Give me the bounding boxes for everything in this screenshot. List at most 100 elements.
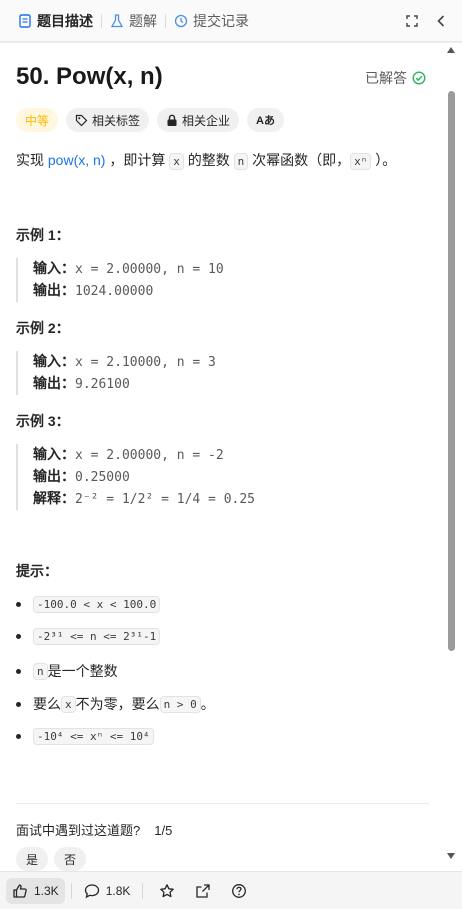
section-divider — [16, 803, 429, 804]
code-xn: xⁿ — [350, 153, 372, 170]
input-label: 输入： — [33, 446, 75, 462]
problem-title: 50. Pow(x, n) — [16, 63, 163, 90]
hint-code: -2³¹ <= n <= 2³¹-1 — [33, 628, 161, 645]
example-2-box: 输入：x = 2.10000, n = 3 输出：9.26100 — [16, 351, 216, 395]
interview-question: 面试中遇到过这道题? 1/5 — [16, 820, 172, 839]
example-3-box: 输入：x = 2.00000, n = -2 输出：0.25000 解释：2⁻²… — [16, 444, 255, 510]
example-output: 9.26100 — [75, 377, 130, 392]
scroll-down-arrow[interactable] — [447, 853, 455, 859]
example-3-title: 示例 3： — [16, 413, 70, 429]
bullet — [16, 668, 21, 674]
share-icon — [196, 883, 211, 898]
tab-solutions-label: 题解 — [129, 12, 157, 29]
tab-description[interactable]: 题目描述 — [10, 0, 101, 41]
related-companies-label: 相关企业 — [182, 113, 231, 128]
interview-label: 面试中遇到过这道题? — [16, 823, 141, 838]
example-input: x = 2.00000, n = 10 — [75, 262, 224, 277]
share-button[interactable] — [190, 878, 216, 904]
solved-status: 已解答 — [365, 68, 426, 88]
desc-text: 的整数 — [183, 152, 234, 168]
hint-text: 要么 — [33, 696, 61, 712]
collapse-icon[interactable] — [436, 14, 446, 27]
tab-bar: 题目描述 题解 提交记录 — [0, 0, 462, 42]
example-output: 0.25000 — [75, 470, 130, 485]
like-count: 1.3K — [34, 883, 59, 898]
tab-submissions[interactable]: 提交记录 — [166, 0, 257, 41]
hint-text: 不为零，要么 — [75, 696, 160, 712]
description-icon — [19, 13, 31, 28]
yes-button[interactable]: 是 — [16, 847, 49, 871]
tab-solutions[interactable]: 题解 — [102, 0, 165, 41]
hint-item: 要么 x 不为零，要么 n > 0 。 — [16, 694, 215, 714]
tag-row: 中等 相关标签 相关企业 Aあ — [16, 108, 284, 132]
tag-icon — [75, 114, 88, 126]
example-1-title: 示例 1： — [16, 227, 70, 243]
related-companies-button[interactable]: 相关企业 — [157, 108, 240, 132]
desc-text: 次幂函数（即， — [248, 152, 351, 168]
hint-code: n > 0 — [159, 695, 201, 713]
problem-panel: 50. Pow(x, n) 已解答 中等 相关标签 相关企业 Aあ 实现 pow… — [0, 43, 446, 871]
check-circle-icon — [412, 71, 426, 85]
flask-icon — [110, 13, 124, 27]
desc-text: ，即计算 — [105, 152, 170, 168]
comments-button[interactable]: 1.8K — [78, 878, 137, 904]
no-button[interactable]: 否 — [54, 847, 87, 871]
example-input: x = 2.10000, n = 3 — [75, 355, 216, 370]
scroll-up-arrow[interactable] — [447, 47, 455, 53]
bullet — [16, 602, 21, 607]
hint-text: 。 — [200, 696, 215, 712]
translate-icon: Aあ — [256, 115, 275, 127]
output-label: 输出： — [33, 468, 75, 484]
bar-divider — [142, 882, 144, 899]
code-n: n — [233, 153, 249, 170]
help-icon — [232, 883, 247, 898]
hint-code: -10⁴ <= xⁿ <= 10⁴ — [33, 728, 154, 745]
interview-count: 1/5 — [154, 823, 173, 838]
hint-code: n — [33, 662, 48, 680]
solved-label: 已解答 — [365, 70, 407, 86]
bullet — [16, 634, 21, 639]
bullet — [16, 734, 21, 739]
explain-label: 解释： — [33, 490, 75, 506]
lock-icon — [167, 114, 177, 126]
tabbar-actions — [406, 14, 462, 27]
output-label: 输出： — [33, 282, 75, 298]
star-icon — [160, 883, 175, 897]
hint-code: x — [61, 695, 76, 713]
hint-item: -100.0 < x < 100.0 — [16, 596, 161, 613]
bullet — [16, 701, 21, 707]
bar-divider — [70, 882, 72, 899]
desc-text: 实现 — [16, 152, 48, 168]
fullscreen-icon[interactable] — [406, 14, 418, 27]
thumbs-up-icon — [13, 883, 27, 898]
hint-code: -100.0 < x < 100.0 — [33, 596, 161, 613]
hints-title: 提示： — [16, 563, 58, 579]
desc-text: ）。 — [371, 152, 397, 168]
example-input: x = 2.00000, n = -2 — [75, 448, 224, 463]
like-button[interactable]: 1.3K — [6, 877, 65, 904]
help-button[interactable] — [226, 878, 252, 904]
comment-count: 1.8K — [105, 883, 131, 898]
translate-button[interactable]: Aあ — [247, 108, 284, 132]
bottom-action-bar: 1.3K 1.8K — [0, 871, 462, 909]
hint-item: -2³¹ <= n <= 2³¹-1 — [16, 628, 161, 645]
scrollbar-thumb[interactable] — [448, 91, 455, 651]
tab-description-label: 题目描述 — [37, 12, 93, 29]
difficulty-badge[interactable]: 中等 — [16, 108, 59, 132]
favorite-button[interactable] — [154, 878, 180, 904]
code-x: x — [169, 153, 184, 170]
pow-link[interactable]: pow(x, n) — [48, 152, 106, 168]
example-output: 1024.00000 — [75, 284, 154, 299]
input-label: 输入： — [33, 260, 75, 276]
tab-submissions-label: 提交记录 — [193, 12, 249, 29]
example-1-box: 输入：x = 2.00000, n = 10 输出：1024.00000 — [16, 258, 224, 302]
related-tags-label: 相关标签 — [92, 113, 141, 128]
example-2-title: 示例 2： — [16, 320, 70, 336]
input-label: 输入： — [33, 353, 75, 369]
problem-description: 实现 pow(x, n) ，即计算 x 的整数 n 次幂函数（即， xⁿ ）。 — [16, 150, 396, 172]
hint-text: 是一个整数 — [47, 663, 118, 679]
history-icon — [174, 14, 188, 27]
example-explanation: 2⁻² = 1/2² = 1/4 = 0.25 — [75, 492, 256, 507]
related-tags-button[interactable]: 相关标签 — [66, 108, 150, 132]
scrollbar[interactable] — [446, 43, 462, 871]
